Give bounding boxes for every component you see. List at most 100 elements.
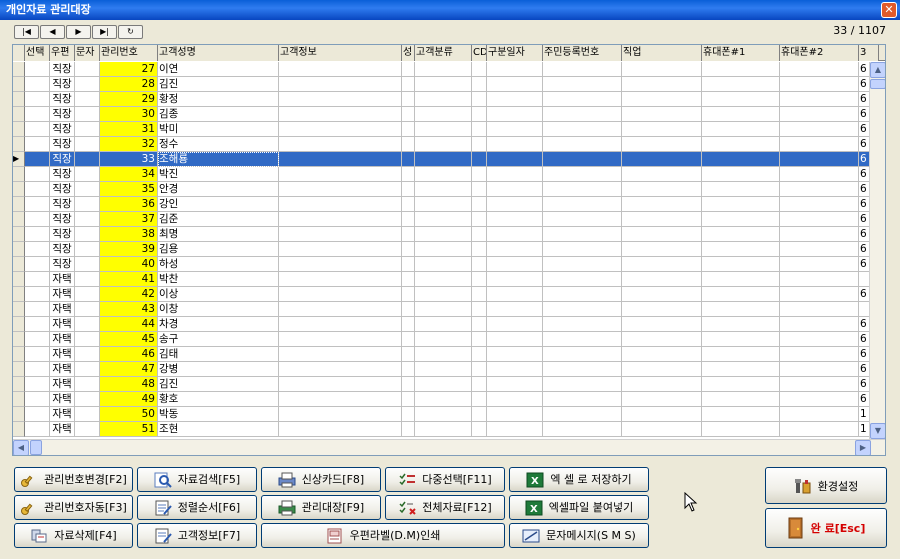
col-3-header[interactable]: 3 xyxy=(859,45,879,61)
col-job-cell[interactable] xyxy=(622,257,702,272)
col-mobile-2-cell[interactable] xyxy=(780,332,859,347)
col-mobile-2-cell[interactable] xyxy=(780,182,859,197)
col-gender-cell[interactable] xyxy=(402,332,415,347)
col-manage-no-cell[interactable]: 47 xyxy=(100,362,158,377)
col-job-cell[interactable] xyxy=(622,137,702,152)
col-sms-cell[interactable] xyxy=(75,257,100,272)
table-row[interactable]: 직장 37 김준 6 xyxy=(13,212,871,227)
col-date-cell[interactable] xyxy=(487,317,543,332)
col-gender-cell[interactable] xyxy=(402,407,415,422)
col-customer-name-cell[interactable]: 이연 xyxy=(158,62,279,77)
row-indicator[interactable] xyxy=(13,392,25,407)
col-postal-cell[interactable]: 직장 xyxy=(50,137,75,152)
col-job-cell[interactable] xyxy=(622,242,702,257)
col-cd-cell[interactable] xyxy=(472,92,487,107)
col-customer-class-cell[interactable] xyxy=(415,182,472,197)
col-customer-name-cell[interactable]: 이상 xyxy=(158,287,279,302)
ledger-button[interactable]: 관리대장[F9] xyxy=(261,495,381,520)
col-resident-no-cell[interactable] xyxy=(543,227,622,242)
table-row[interactable]: 자택 45 송구 6 xyxy=(13,332,871,347)
row-indicator[interactable] xyxy=(13,257,25,272)
col-postal-cell[interactable]: 자택 xyxy=(50,377,75,392)
col-cd-cell[interactable] xyxy=(472,347,487,362)
col-mobile-2-cell[interactable] xyxy=(780,197,859,212)
col-customer-name-cell[interactable]: 정수 xyxy=(158,137,279,152)
auto-number-button[interactable]: 관리번호자동[F3] xyxy=(14,495,133,520)
col-customer-name-cell[interactable]: 조해룡 xyxy=(158,152,279,167)
col-job-cell[interactable] xyxy=(622,407,702,422)
last-record-button[interactable]: ▶| xyxy=(92,25,117,39)
col-manage-no-cell[interactable]: 36 xyxy=(100,197,158,212)
col-mobile-1-cell[interactable] xyxy=(702,347,780,362)
col-cd-cell[interactable] xyxy=(472,287,487,302)
vertical-scroll-thumb[interactable] xyxy=(870,79,885,89)
col-cd-cell[interactable] xyxy=(472,332,487,347)
col-manage-no-cell[interactable]: 44 xyxy=(100,317,158,332)
col-select-cell[interactable] xyxy=(25,212,50,227)
col-mobile-2-cell[interactable] xyxy=(780,167,859,182)
row-indicator[interactable] xyxy=(13,407,25,422)
col-manage-no-cell[interactable]: 30 xyxy=(100,107,158,122)
col-gender-cell[interactable] xyxy=(402,122,415,137)
col-customer-class-cell[interactable] xyxy=(415,122,472,137)
col-date-cell[interactable] xyxy=(487,302,543,317)
col-mobile-2-cell[interactable] xyxy=(780,317,859,332)
col-mobile-2-cell[interactable] xyxy=(780,242,859,257)
col-date-cell[interactable] xyxy=(487,422,543,437)
col-postal-cell[interactable]: 직장 xyxy=(50,182,75,197)
col-cd-cell[interactable] xyxy=(472,212,487,227)
col-job-cell[interactable] xyxy=(622,302,702,317)
col-job-cell[interactable] xyxy=(622,212,702,227)
col-mobile-1-cell[interactable] xyxy=(702,152,780,167)
col-gender-cell[interactable] xyxy=(402,62,415,77)
col-mobile-1-header[interactable]: 휴대폰#1 xyxy=(702,45,780,61)
col-cd-header[interactable]: CD xyxy=(472,45,487,61)
col-mobile-2-cell[interactable] xyxy=(780,92,859,107)
col-mobile-2-cell[interactable] xyxy=(780,77,859,92)
col-resident-no-cell[interactable] xyxy=(543,122,622,137)
col-mobile-1-cell[interactable] xyxy=(702,407,780,422)
col-postal-cell[interactable]: 직장 xyxy=(50,167,75,182)
col-resident-no-header[interactable]: 주민등록번호 xyxy=(543,45,622,61)
col-gender-cell[interactable] xyxy=(402,77,415,92)
row-indicator[interactable] xyxy=(13,122,25,137)
col-customer-name-cell[interactable]: 박동 xyxy=(158,407,279,422)
col-mobile-1-cell[interactable] xyxy=(702,377,780,392)
col-resident-no-cell[interactable] xyxy=(543,302,622,317)
col-select-header[interactable]: 선택 xyxy=(25,45,50,61)
col-postal-cell[interactable]: 직장 xyxy=(50,92,75,107)
col-mobile-1-cell[interactable] xyxy=(702,137,780,152)
col-sms-cell[interactable] xyxy=(75,422,100,437)
col-customer-class-cell[interactable] xyxy=(415,212,472,227)
col-date-cell[interactable] xyxy=(487,62,543,77)
col-date-cell[interactable] xyxy=(487,332,543,347)
table-row[interactable]: 자택 49 황호 6 xyxy=(13,392,871,407)
col-select-cell[interactable] xyxy=(25,332,50,347)
col-manage-no-cell[interactable]: 35 xyxy=(100,182,158,197)
col-mobile-1-cell[interactable] xyxy=(702,122,780,137)
col-resident-no-cell[interactable] xyxy=(543,137,622,152)
table-row[interactable]: 자택 41 박찬 xyxy=(13,272,871,287)
col-sms-header[interactable]: 문자 xyxy=(75,45,100,61)
col-customer-class-cell[interactable] xyxy=(415,197,472,212)
col-gender-cell[interactable] xyxy=(402,347,415,362)
col-gender-cell[interactable] xyxy=(402,167,415,182)
col-gender-cell[interactable] xyxy=(402,212,415,227)
col-customer-name-cell[interactable]: 김준 xyxy=(158,212,279,227)
col-mobile-1-cell[interactable] xyxy=(702,302,780,317)
col-cd-cell[interactable] xyxy=(472,227,487,242)
data-grid[interactable]: 선택 우편 문자 관리번호 고객성명 고객정보 성 고객분류 CD 구분일자 주민등록번호 직업 휴대폰… xyxy=(12,44,886,456)
table-row[interactable]: 직장 31 박미 6 xyxy=(13,122,871,137)
col-mobile-1-cell[interactable] xyxy=(702,92,780,107)
col-resident-no-cell[interactable] xyxy=(543,317,622,332)
col-customer-info-cell[interactable] xyxy=(279,287,402,302)
col-gender-cell[interactable] xyxy=(402,377,415,392)
col-date-cell[interactable] xyxy=(487,182,543,197)
col-customer-class-cell[interactable] xyxy=(415,227,472,242)
row-indicator[interactable] xyxy=(13,227,25,242)
search-button[interactable]: 자료검색[F5] xyxy=(137,467,257,492)
col-select-cell[interactable] xyxy=(25,227,50,242)
col-customer-name-cell[interactable]: 김진 xyxy=(158,377,279,392)
col-mobile-2-cell[interactable] xyxy=(780,212,859,227)
col-sms-cell[interactable] xyxy=(75,227,100,242)
